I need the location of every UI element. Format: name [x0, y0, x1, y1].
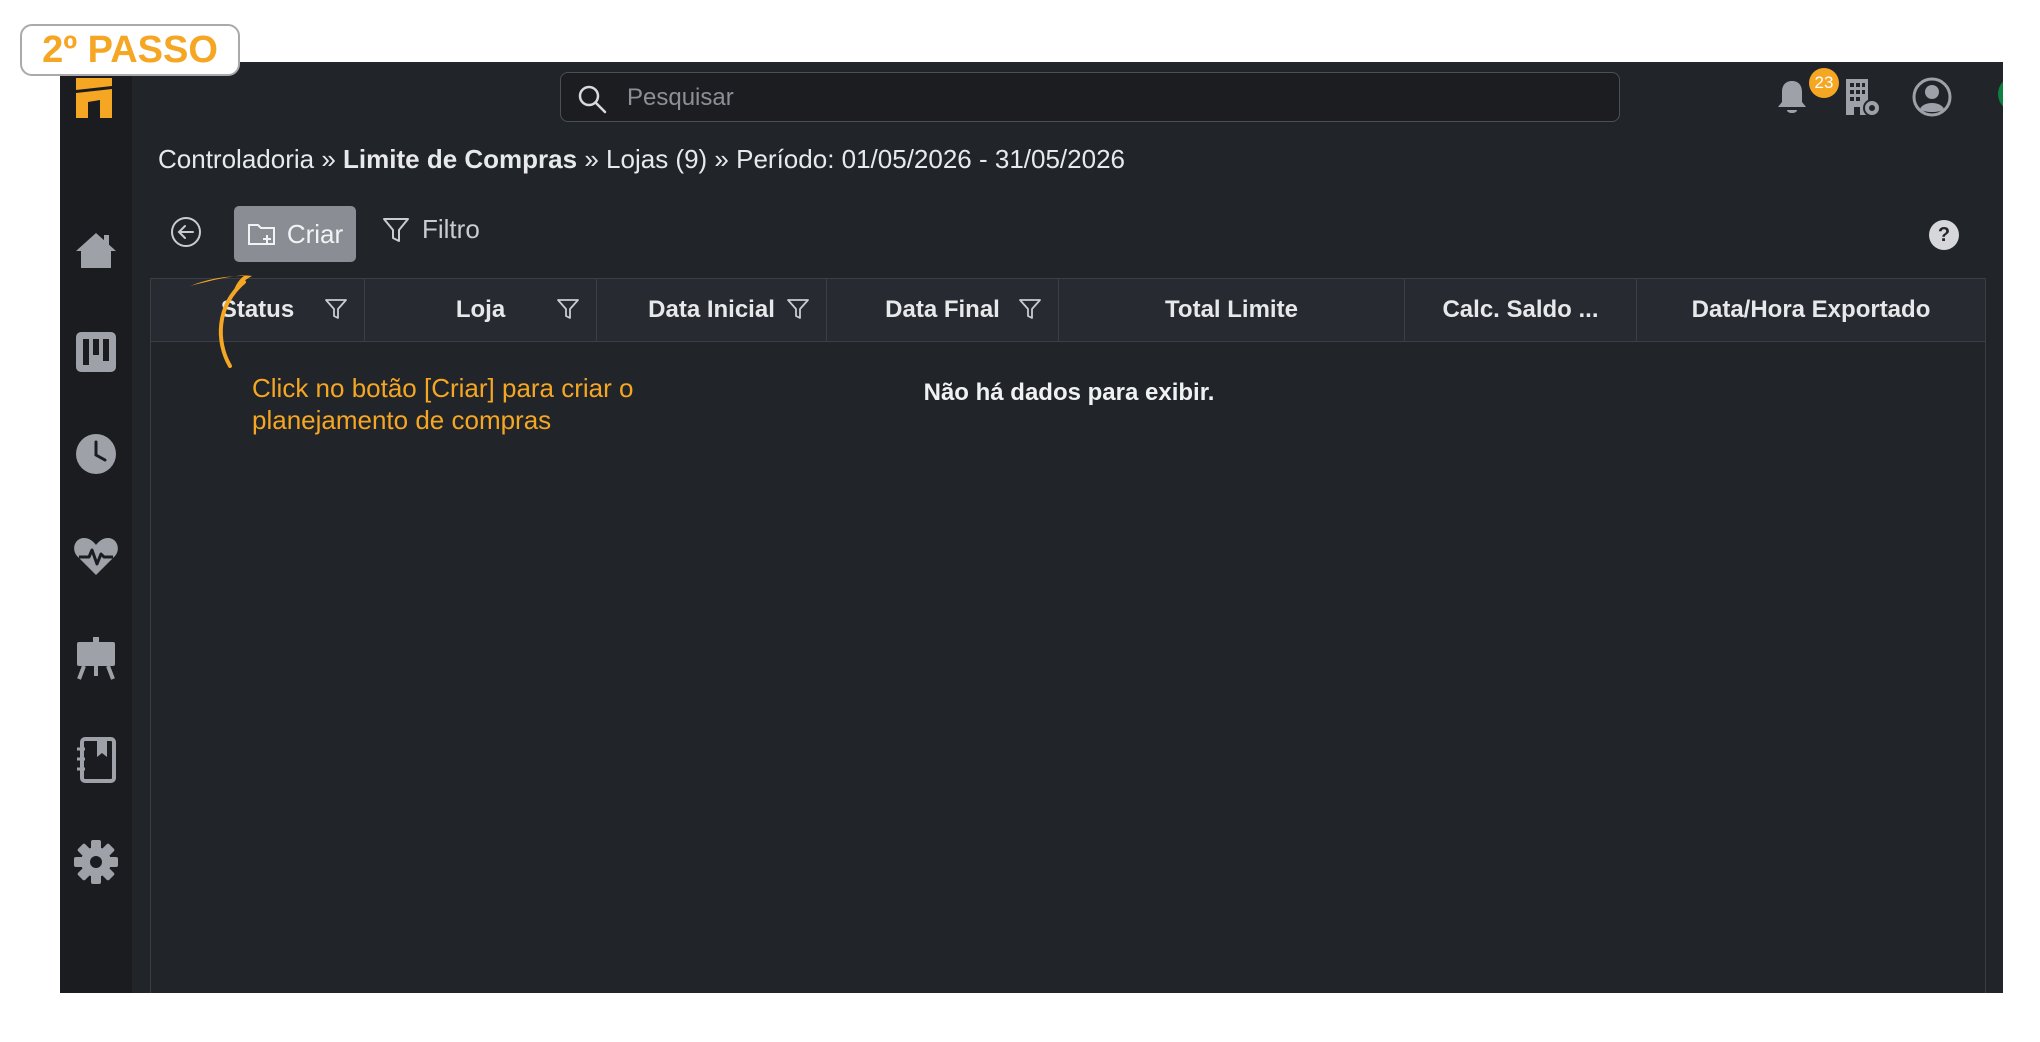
- column-header-label: Loja: [455, 296, 506, 323]
- column-filter-icon[interactable]: [1018, 297, 1042, 321]
- funnel-icon: [383, 217, 409, 242]
- sidebar-item-presentation[interactable]: [70, 632, 122, 684]
- help-button[interactable]: ?: [1929, 220, 1959, 250]
- search-box[interactable]: [560, 72, 1620, 123]
- breadcrumb-separator: »: [584, 144, 599, 174]
- search-input[interactable]: [625, 73, 1589, 123]
- app-window: 23 Controlador: [60, 62, 2003, 993]
- step-label: 2º PASSO: [20, 24, 240, 76]
- breadcrumb-lojas[interactable]: Lojas (9): [606, 144, 707, 174]
- arrow-pointer-icon: [190, 275, 252, 368]
- search-icon: [578, 85, 607, 114]
- notifications-button[interactable]: [1770, 75, 1814, 119]
- column-header-data-inicial[interactable]: Data Inicial: [597, 279, 827, 341]
- bell-icon: [1778, 81, 1806, 113]
- home-icon: [76, 233, 116, 268]
- filter-button[interactable]: Filtro: [382, 214, 480, 245]
- column-filter-icon[interactable]: [324, 297, 348, 321]
- column-filter-icon[interactable]: [556, 297, 580, 321]
- breadcrumb-controladoria[interactable]: Controladoria: [158, 144, 314, 174]
- company-settings-button[interactable]: [1840, 75, 1884, 119]
- sidebar-item-notebook[interactable]: [70, 734, 122, 786]
- column-header-label: Total Limite: [1165, 296, 1298, 323]
- instruction-annotation: Click no botão [Criar] para criar o plan…: [252, 372, 712, 436]
- building-gear-icon: [1846, 79, 1881, 117]
- sidebar: [60, 62, 132, 993]
- column-header-label: Calc. Saldo ...: [1442, 296, 1599, 323]
- breadcrumb-limite-compras[interactable]: Limite de Compras: [343, 144, 577, 174]
- column-header-total-limite[interactable]: Total Limite: [1059, 279, 1405, 341]
- breadcrumb-separator: »: [714, 144, 729, 174]
- logo-icon: [76, 78, 112, 118]
- column-header-data-hora-exportado[interactable]: Data/Hora Exportado: [1637, 279, 1985, 341]
- clock-icon: [76, 434, 116, 474]
- presentation-icon: [77, 637, 115, 680]
- folder-plus-icon: [247, 224, 275, 245]
- back-button[interactable]: [168, 214, 204, 250]
- sidebar-item-health[interactable]: [70, 530, 122, 582]
- breadcrumb-separator: »: [321, 144, 336, 174]
- online-status-indicator: [1998, 76, 2003, 112]
- heartbeat-icon: [74, 538, 118, 575]
- breadcrumb-periodo: Período: 01/05/2026 - 31/05/2026: [736, 144, 1125, 174]
- create-button-label: Criar: [286, 218, 344, 249]
- annotation-line: planejamento de compras: [252, 405, 552, 435]
- annotation-line: Click no botão [Criar] para criar o: [252, 373, 634, 403]
- column-filter-icon[interactable]: [786, 297, 810, 321]
- sidebar-item-home[interactable]: [70, 224, 122, 276]
- notebook-icon: [77, 737, 116, 783]
- arrow-left-circle-icon: [171, 217, 201, 247]
- sidebar-item-settings[interactable]: [70, 836, 122, 888]
- column-header-label: Data/Hora Exportado: [1691, 296, 1931, 323]
- column-header-calc-saldo[interactable]: Calc. Saldo ...: [1405, 279, 1637, 341]
- create-button[interactable]: Criar: [234, 206, 356, 262]
- column-header-label: Data Final: [885, 296, 1000, 323]
- kanban-icon: [76, 332, 116, 372]
- notification-count-badge: 23: [1809, 68, 1839, 98]
- topbar: 23: [132, 62, 2003, 134]
- breadcrumb: Controladoria » Limite de Compras » Loja…: [158, 144, 1125, 175]
- column-header-data-final[interactable]: Data Final: [827, 279, 1059, 341]
- user-circle-icon: [1912, 77, 1952, 117]
- column-header-label: Data Inicial: [648, 296, 775, 323]
- gear-icon: [74, 840, 118, 884]
- user-profile-button[interactable]: [1910, 75, 1954, 119]
- grid-header: Status Loja Data Inicial Data Final Tota…: [151, 279, 1985, 342]
- sidebar-item-history[interactable]: [70, 428, 122, 480]
- sidebar-item-kanban[interactable]: [70, 326, 122, 378]
- filter-button-label: Filtro: [422, 214, 480, 244]
- column-header-loja[interactable]: Loja: [365, 279, 597, 341]
